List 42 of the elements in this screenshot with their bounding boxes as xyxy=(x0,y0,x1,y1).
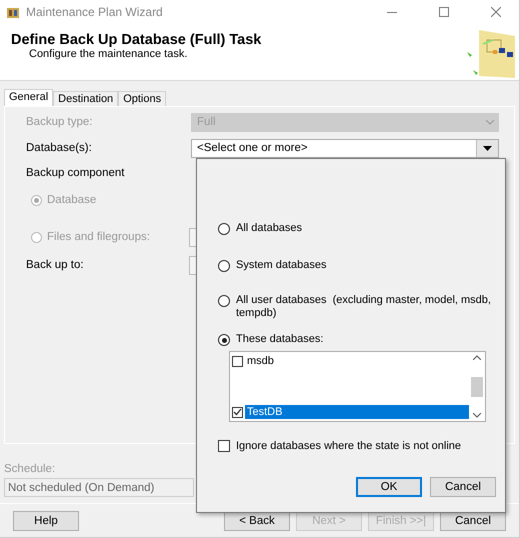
tab[interactable]: Destination xyxy=(53,91,118,106)
page-subtitle: Configure the maintenance task. xyxy=(28,48,188,60)
chevron-down-icon[interactable] xyxy=(473,413,481,418)
wizard-button[interactable]: < Back xyxy=(224,511,290,531)
database-item[interactable]: TestDB xyxy=(245,405,469,419)
radio-label: Database xyxy=(47,194,96,206)
radio-label: All user databases (excluding master, model, msdb, tempdb) xyxy=(236,294,492,320)
page-title: Define Back Up Database (Full) Task xyxy=(11,32,262,48)
tab[interactable]: General xyxy=(4,89,54,106)
checkbox[interactable] xyxy=(218,440,230,452)
window-title: Maintenance Plan Wizard xyxy=(26,5,163,19)
radio-label: All databases xyxy=(236,222,304,235)
radio-button[interactable] xyxy=(218,334,230,346)
checkbox-label: Ignore databases where the state is not online xyxy=(236,440,462,452)
radio-label: System databases xyxy=(236,259,328,272)
dialog-button[interactable]: OK xyxy=(356,477,422,497)
radio-label: These databases: xyxy=(236,333,324,346)
checkbox[interactable] xyxy=(232,406,243,418)
app-icon xyxy=(6,6,20,18)
dialog-button[interactable]: Cancel xyxy=(430,477,496,497)
close-icon[interactable] xyxy=(491,7,501,17)
wizard-button[interactable]: Cancel xyxy=(440,511,506,531)
database-dropdown[interactable]: <Select one or more> xyxy=(191,138,499,158)
section-label: Backup component xyxy=(26,167,124,179)
radio-button[interactable] xyxy=(218,260,230,272)
field-label: Backup type: xyxy=(26,116,94,128)
field-label: Back up to: xyxy=(26,259,84,271)
radio-button[interactable] xyxy=(218,223,230,235)
chevron-up-icon[interactable] xyxy=(473,355,481,360)
tab[interactable]: Options xyxy=(118,91,166,106)
radio-button[interactable] xyxy=(218,295,230,307)
chevron-down-icon xyxy=(486,120,494,124)
maximize-icon[interactable] xyxy=(439,7,449,17)
checkbox[interactable] xyxy=(232,356,243,366)
wizard-button[interactable]: Help xyxy=(13,511,79,531)
database-item[interactable]: msdb xyxy=(245,354,469,368)
database-list[interactable]: msdb TestDB xyxy=(229,351,486,422)
dropdown-arrow-icon xyxy=(483,146,492,150)
schedule-label: Schedule: xyxy=(4,463,56,475)
schedule-field: Not scheduled (On Demand) xyxy=(4,478,194,497)
radio-label: Files and filegroups: xyxy=(47,231,150,243)
field-label: Database(s): xyxy=(26,142,93,154)
